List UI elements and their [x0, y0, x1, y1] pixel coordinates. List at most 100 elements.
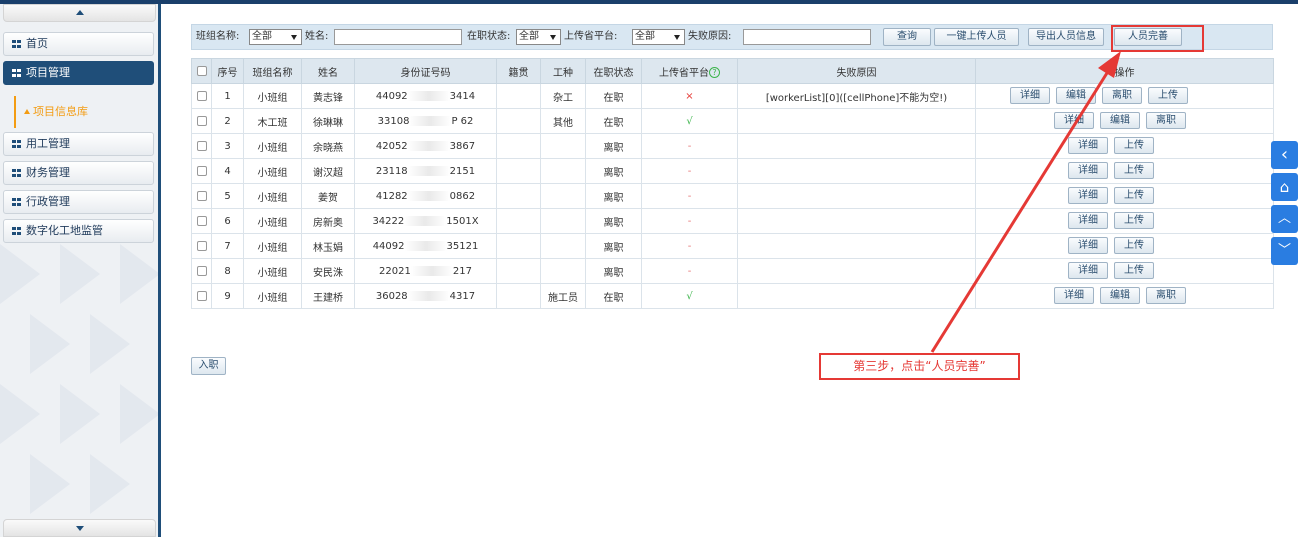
- export-button[interactable]: 导出人员信息: [1028, 28, 1104, 46]
- sidebar-item-labor[interactable]: 用工管理: [3, 132, 154, 156]
- detail-button[interactable]: 详细: [1054, 287, 1094, 304]
- edit-button[interactable]: 编辑: [1100, 287, 1140, 304]
- cell-upload: √: [641, 283, 738, 309]
- name-filter-input[interactable]: [334, 29, 462, 45]
- person-name: 余晓燕: [313, 142, 343, 154]
- top-bar: [0, 0, 1298, 4]
- upload-status: -: [687, 215, 692, 227]
- grid-icon: [12, 227, 21, 235]
- edit-button[interactable]: 编辑: [1100, 112, 1140, 129]
- row-checkbox[interactable]: [196, 190, 207, 201]
- sidebar-item-finance[interactable]: 财务管理: [3, 161, 154, 185]
- id-suffix: 4317: [449, 290, 476, 302]
- cell-upload: -: [641, 133, 738, 159]
- edit-button[interactable]: 编辑: [1056, 87, 1096, 104]
- sidebar-item-project-management[interactable]: 项目管理: [3, 61, 154, 85]
- upload-status: -: [687, 265, 692, 277]
- row-checkbox[interactable]: [196, 215, 207, 226]
- row-checkbox[interactable]: [196, 140, 207, 151]
- detail-button[interactable]: 详细: [1054, 112, 1094, 129]
- cell-upload: -: [641, 208, 738, 234]
- upload-status: √: [686, 290, 693, 302]
- upload-button[interactable]: 上传: [1114, 162, 1154, 179]
- person-name: 房新奥: [313, 217, 343, 229]
- resign-button[interactable]: 离职: [1146, 287, 1186, 304]
- detail-button[interactable]: 详细: [1068, 162, 1108, 179]
- detail-button[interactable]: 详细: [1010, 87, 1050, 104]
- checkbox-cell[interactable]: [191, 258, 212, 284]
- resign-button[interactable]: 离职: [1102, 87, 1142, 104]
- person-name: 谢汉超: [313, 167, 343, 179]
- upload-button[interactable]: 上传: [1114, 262, 1154, 279]
- reason-filter-input[interactable]: [743, 29, 871, 45]
- row-checkbox[interactable]: [196, 90, 207, 101]
- detail-button[interactable]: 详细: [1068, 237, 1108, 254]
- upload-button[interactable]: 上传: [1114, 212, 1154, 229]
- sidebar-scroll-up-button[interactable]: [3, 4, 156, 22]
- row-checkbox[interactable]: [196, 290, 207, 301]
- cell-team: 小班组: [243, 208, 302, 234]
- upload-all-button[interactable]: 一键上传人员: [934, 28, 1019, 46]
- row-number: 4: [224, 165, 231, 177]
- sidebar-item-label: 用工管理: [26, 137, 70, 150]
- table-row: 1 小班组 黄志锋 44092 3414 杂工 在职 × [workerList][0]([ce…: [191, 83, 1274, 109]
- table-row: 3 小班组 余晓燕 42052 3867 离职 - 详细 上传: [191, 133, 1274, 159]
- chevron-left-icon[interactable]: ‹: [1271, 141, 1298, 169]
- checkbox-cell[interactable]: [191, 83, 212, 109]
- status-filter-select[interactable]: 全部: [516, 29, 561, 45]
- upload-status: -: [687, 140, 692, 152]
- checkbox-cell[interactable]: [191, 283, 212, 309]
- chevron-down-icon[interactable]: ﹀: [1271, 237, 1298, 265]
- cell-status: 离职: [585, 233, 642, 259]
- checkbox-cell[interactable]: [191, 133, 212, 159]
- grid-icon: [12, 169, 21, 177]
- id-suffix: 217: [452, 265, 472, 277]
- detail-button[interactable]: 详细: [1068, 187, 1108, 204]
- checkbox-cell[interactable]: [191, 158, 212, 184]
- sidebar-item-digital-site[interactable]: 数字化工地监管: [3, 219, 154, 243]
- home-icon[interactable]: ⌂: [1271, 173, 1298, 201]
- row-checkbox[interactable]: [196, 165, 207, 176]
- row-checkbox[interactable]: [196, 240, 207, 251]
- cell-status: 离职: [585, 183, 642, 209]
- select-all-header[interactable]: [191, 58, 212, 84]
- row-number: 3: [224, 140, 231, 152]
- sidebar-item-admin[interactable]: 行政管理: [3, 190, 154, 214]
- id-prefix: 33108: [377, 115, 410, 127]
- sidebar-scroll-down-button[interactable]: [3, 519, 156, 537]
- sidebar-subitem-project-info[interactable]: 项目信息库: [14, 96, 154, 128]
- platform-filter-select[interactable]: 全部: [632, 29, 685, 45]
- upload-button[interactable]: 上传: [1114, 187, 1154, 204]
- cell-upload: -: [641, 233, 738, 259]
- upload-status: -: [687, 165, 692, 177]
- row-checkbox[interactable]: [196, 265, 207, 276]
- detail-button[interactable]: 详细: [1068, 137, 1108, 154]
- resign-button[interactable]: 离职: [1146, 112, 1186, 129]
- cell-team: 小班组: [243, 83, 302, 109]
- cell-origin: [496, 158, 541, 184]
- team-filter-select[interactable]: 全部: [249, 29, 302, 45]
- chevron-up-icon[interactable]: ︿: [1271, 205, 1298, 233]
- id-prefix: 41282: [375, 190, 408, 202]
- cell-ops: 详细 上传: [975, 183, 1274, 209]
- checkbox-cell[interactable]: [191, 183, 212, 209]
- cell-ops: 详细 编辑 离职: [975, 108, 1274, 134]
- team-filter-label: 班组名称:: [196, 31, 240, 42]
- upload-status: -: [687, 190, 692, 202]
- detail-button[interactable]: 详细: [1068, 262, 1108, 279]
- row-checkbox[interactable]: [196, 115, 207, 126]
- sidebar-item-home[interactable]: 首页: [3, 32, 154, 56]
- upload-button[interactable]: 上传: [1114, 237, 1154, 254]
- checkbox-cell[interactable]: [191, 233, 212, 259]
- join-button[interactable]: 入职: [191, 357, 226, 375]
- query-button[interactable]: 查询: [883, 28, 931, 46]
- checkbox-cell[interactable]: [191, 108, 212, 134]
- checkbox-cell[interactable]: [191, 208, 212, 234]
- upload-button[interactable]: 上传: [1148, 87, 1188, 104]
- help-icon[interactable]: ?: [709, 67, 720, 78]
- id-suffix: 1501X: [446, 215, 479, 227]
- upload-button[interactable]: 上传: [1114, 137, 1154, 154]
- detail-button[interactable]: 详细: [1068, 212, 1108, 229]
- cell-trade: [540, 208, 586, 234]
- select-all-checkbox[interactable]: [196, 65, 207, 76]
